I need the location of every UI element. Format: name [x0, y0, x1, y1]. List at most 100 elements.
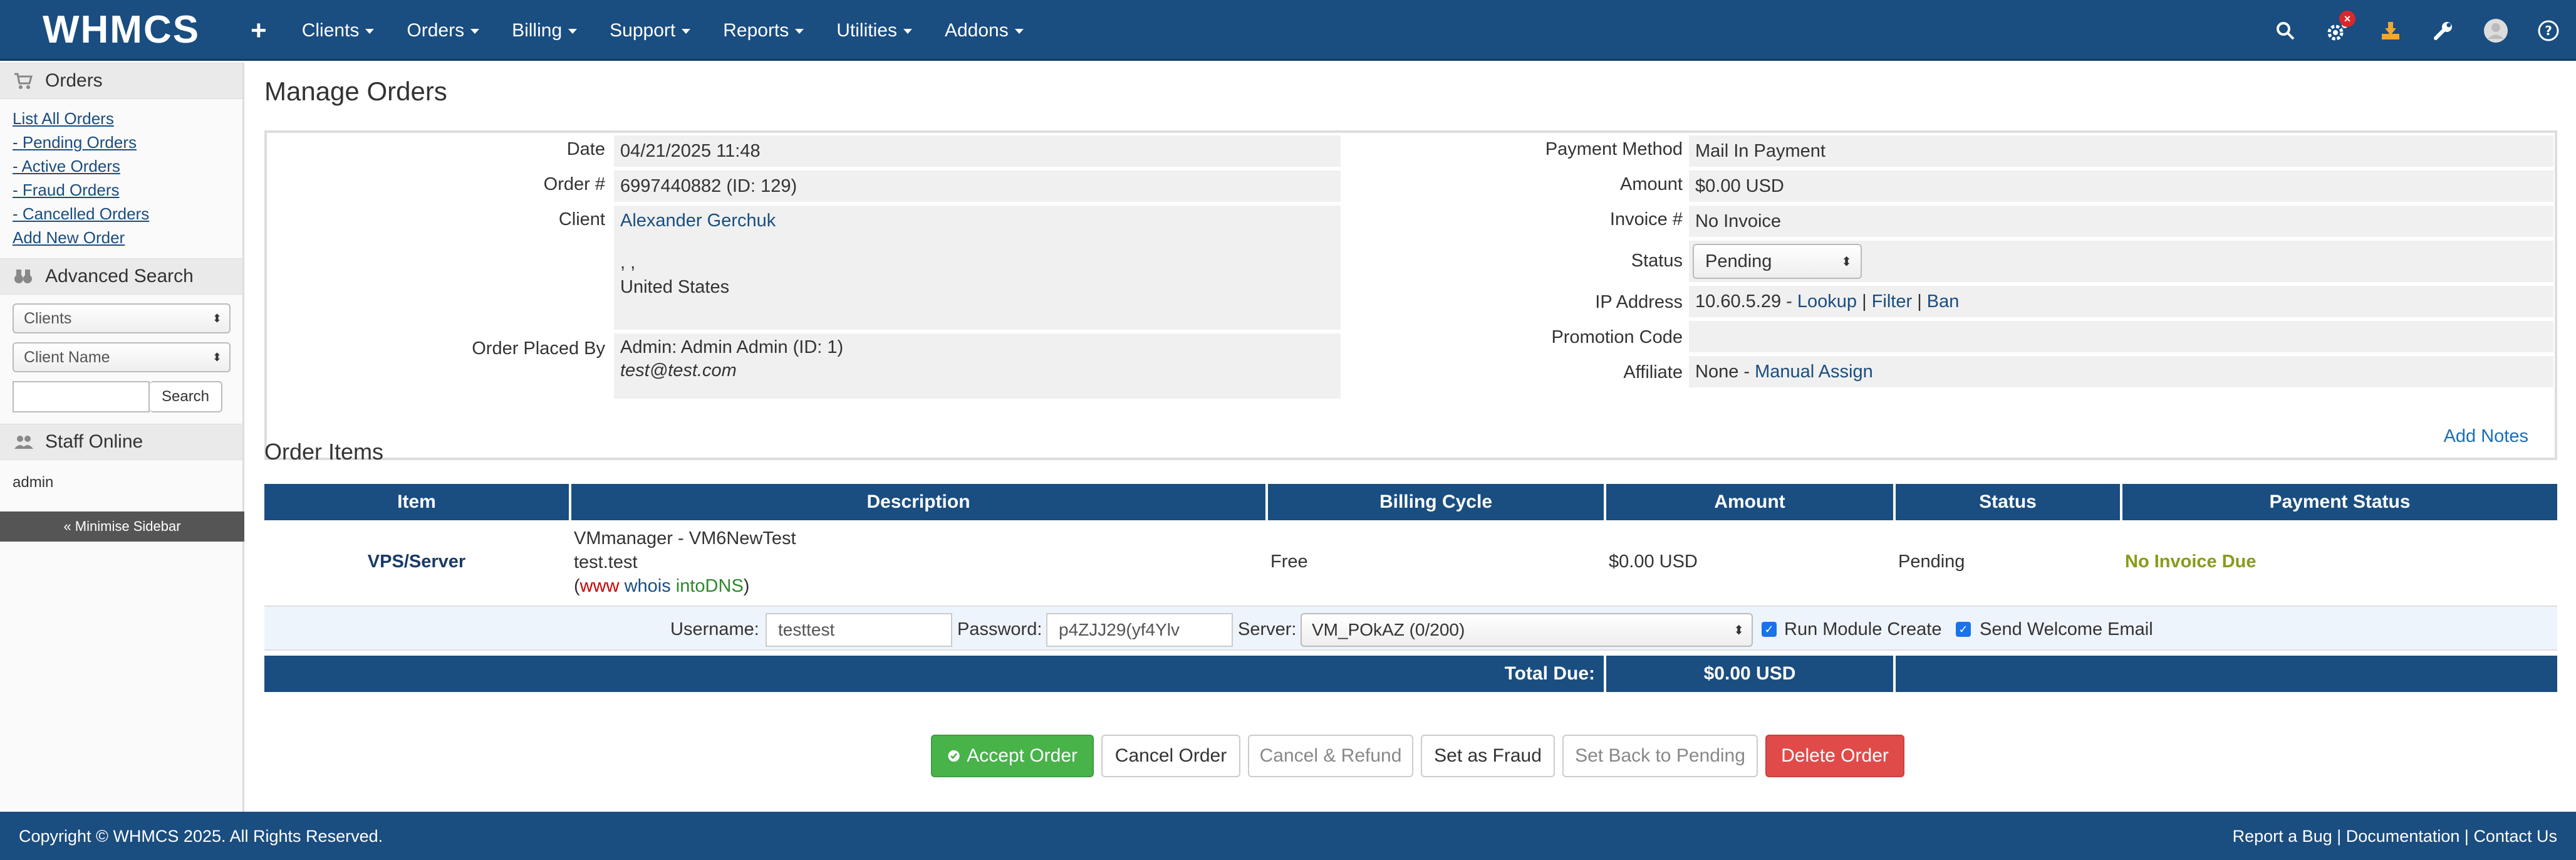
- chevron-down-icon: [903, 28, 912, 34]
- footer: Copyright © WHMCS 2025. All Rights Reser…: [0, 812, 2576, 860]
- column-header-payment-status: Payment Status: [2122, 484, 2557, 520]
- wrench-icon[interactable]: [2431, 18, 2456, 43]
- sidebar-advanced-search-title: Advanced Search: [45, 266, 194, 286]
- accept-order-label: Accept Order: [967, 745, 1078, 766]
- whmcs-logo[interactable]: WHMCS: [43, 11, 200, 50]
- ip-separator: |: [1862, 291, 1867, 312]
- password-label: Password:: [957, 619, 1042, 639]
- accept-order-button[interactable]: Accept Order: [931, 735, 1094, 777]
- item-product-name: VMmanager - VM6NewTest: [574, 528, 796, 548]
- column-header-status: Status: [1896, 484, 2120, 520]
- server-select[interactable]: VM_POkAZ (0/200) ⬍: [1301, 613, 1753, 647]
- minimise-sidebar-button[interactable]: « Minimise Sidebar: [0, 511, 244, 542]
- payment-method-label: Payment Method: [1545, 139, 1683, 159]
- ip-filter-link[interactable]: Filter: [1872, 291, 1912, 312]
- report-bug-link[interactable]: Report a Bug: [2233, 827, 2332, 846]
- send-welcome-email-label: Send Welcome Email: [1980, 619, 2153, 639]
- select-arrows-icon: ⬍: [1841, 254, 1852, 269]
- main-nav: + Clients Orders Billing Support Reports…: [251, 0, 1056, 61]
- set-back-to-pending-button[interactable]: Set Back to Pending: [1562, 735, 1758, 777]
- search-field-select[interactable]: Client Name ⬍: [13, 342, 231, 372]
- sidebar: Orders List All Orders - Pending Orders …: [0, 63, 244, 812]
- search-icon[interactable]: [2273, 18, 2298, 43]
- item-type: VPS/Server: [367, 552, 466, 572]
- module-settings-row: Username: testtest Password: p4ZJJ29(yf4…: [264, 606, 2557, 651]
- footer-separator: |: [2464, 827, 2469, 846]
- status-label: Status: [1631, 251, 1683, 271]
- documentation-link[interactable]: Documentation: [2346, 827, 2460, 846]
- users-icon: [14, 432, 34, 452]
- www-link[interactable]: www: [580, 576, 620, 596]
- nav-orders[interactable]: Orders: [407, 20, 480, 41]
- nav-reports[interactable]: Reports: [723, 20, 804, 41]
- ip-ban-link[interactable]: Ban: [1927, 291, 1960, 312]
- server-select-value: VM_POkAZ (0/200): [1312, 620, 1465, 639]
- paren-open: (: [574, 576, 580, 596]
- order-placed-by-value: Admin: Admin Admin (ID: 1) test@test.com: [614, 333, 1341, 399]
- binoculars-icon: [14, 266, 34, 286]
- contact-us-link[interactable]: Contact Us: [2473, 827, 2557, 846]
- placed-by-email: test@test.com: [620, 360, 737, 380]
- add-notes-link[interactable]: Add Notes: [2444, 426, 2528, 447]
- intodns-link[interactable]: intoDNS: [676, 576, 744, 596]
- nav-addons[interactable]: Addons: [945, 20, 1024, 41]
- status-select[interactable]: Pending ⬍: [1693, 244, 1862, 279]
- sidebar-link-add-new-order[interactable]: Add New Order: [13, 226, 242, 249]
- chevron-down-icon: [365, 28, 375, 34]
- nav-support[interactable]: Support: [610, 20, 691, 41]
- help-icon[interactable]: ?: [2536, 18, 2561, 43]
- sidebar-link-fraud-orders[interactable]: - Fraud Orders: [13, 178, 242, 202]
- paren-close: ): [743, 576, 750, 596]
- nav-utilities-label: Utilities: [836, 19, 897, 41]
- search-type-value: Clients: [24, 309, 72, 327]
- search-input[interactable]: [13, 381, 150, 412]
- advanced-search-form: Clients ⬍ Client Name ⬍ Search: [0, 295, 242, 424]
- delete-order-button[interactable]: Delete Order: [1765, 735, 1904, 777]
- automation-gear-icon[interactable]: ×: [2325, 10, 2355, 43]
- promotion-code-label: Promotion Code: [1551, 327, 1683, 347]
- ip-lookup-link[interactable]: Lookup: [1797, 291, 1857, 312]
- search-field-value: Client Name: [24, 348, 110, 366]
- nav-utilities[interactable]: Utilities: [836, 20, 912, 41]
- sidebar-link-active-orders[interactable]: - Active Orders: [13, 154, 242, 178]
- cancel-refund-button[interactable]: Cancel & Refund: [1248, 735, 1413, 777]
- sidebar-link-pending-orders[interactable]: - Pending Orders: [13, 130, 242, 154]
- sidebar-link-cancelled-orders[interactable]: - Cancelled Orders: [13, 202, 242, 226]
- client-address: , ,: [620, 253, 636, 273]
- run-module-create-checkbox[interactable]: ✓: [1762, 622, 1777, 637]
- top-navbar: WHMCS + Clients Orders Billing Support R…: [0, 0, 2576, 61]
- order-number-value: 6997440882 (ID: 129): [614, 170, 1341, 202]
- manual-assign-link[interactable]: Manual Assign: [1755, 362, 1873, 382]
- total-due-value: $0.00 USD: [1606, 656, 1893, 692]
- ip-address-text: 10.60.5.29 -: [1695, 291, 1797, 312]
- nav-billing[interactable]: Billing: [512, 20, 578, 41]
- avatar-icon[interactable]: [2483, 18, 2508, 43]
- cancel-order-button[interactable]: Cancel Order: [1101, 735, 1240, 777]
- invoice-label: Invoice #: [1609, 209, 1683, 229]
- download-icon[interactable]: [2378, 18, 2403, 43]
- nav-clients[interactable]: Clients: [302, 20, 375, 41]
- column-header-amount: Amount: [1606, 484, 1893, 520]
- search-type-select[interactable]: Clients ⬍: [13, 303, 231, 333]
- footer-copyright: Copyright © WHMCS 2025. All Rights Reser…: [19, 827, 383, 846]
- affiliate-label: Affiliate: [1623, 362, 1683, 382]
- order-actions: Accept Order Cancel Order Cancel & Refun…: [931, 735, 1912, 777]
- whois-link[interactable]: whois: [625, 576, 671, 596]
- search-button[interactable]: Search: [150, 381, 222, 412]
- username-input[interactable]: testtest: [766, 613, 952, 647]
- item-domain: test.test: [574, 552, 638, 572]
- chevron-down-icon: [568, 28, 578, 34]
- add-new-icon[interactable]: +: [251, 16, 267, 45]
- client-name-link[interactable]: Alexander Gerchuk: [620, 211, 1341, 231]
- password-input[interactable]: p4ZJJ29(yf4Ylv: [1046, 613, 1233, 647]
- check-circle-icon: [948, 750, 960, 762]
- send-welcome-email-checkbox[interactable]: ✓: [1956, 622, 1971, 637]
- total-row-spacer: [1896, 656, 2557, 692]
- amount-label: Amount: [1620, 174, 1683, 194]
- cart-icon: [14, 71, 34, 91]
- sidebar-link-list-all-orders[interactable]: List All Orders: [13, 107, 242, 130]
- order-summary-panel: Date 04/21/2025 11:48 Order # 6997440882…: [264, 130, 2557, 460]
- sidebar-orders-title: Orders: [45, 70, 103, 91]
- set-as-fraud-button[interactable]: Set as Fraud: [1421, 735, 1555, 777]
- sidebar-advanced-search-header: Advanced Search: [0, 258, 242, 295]
